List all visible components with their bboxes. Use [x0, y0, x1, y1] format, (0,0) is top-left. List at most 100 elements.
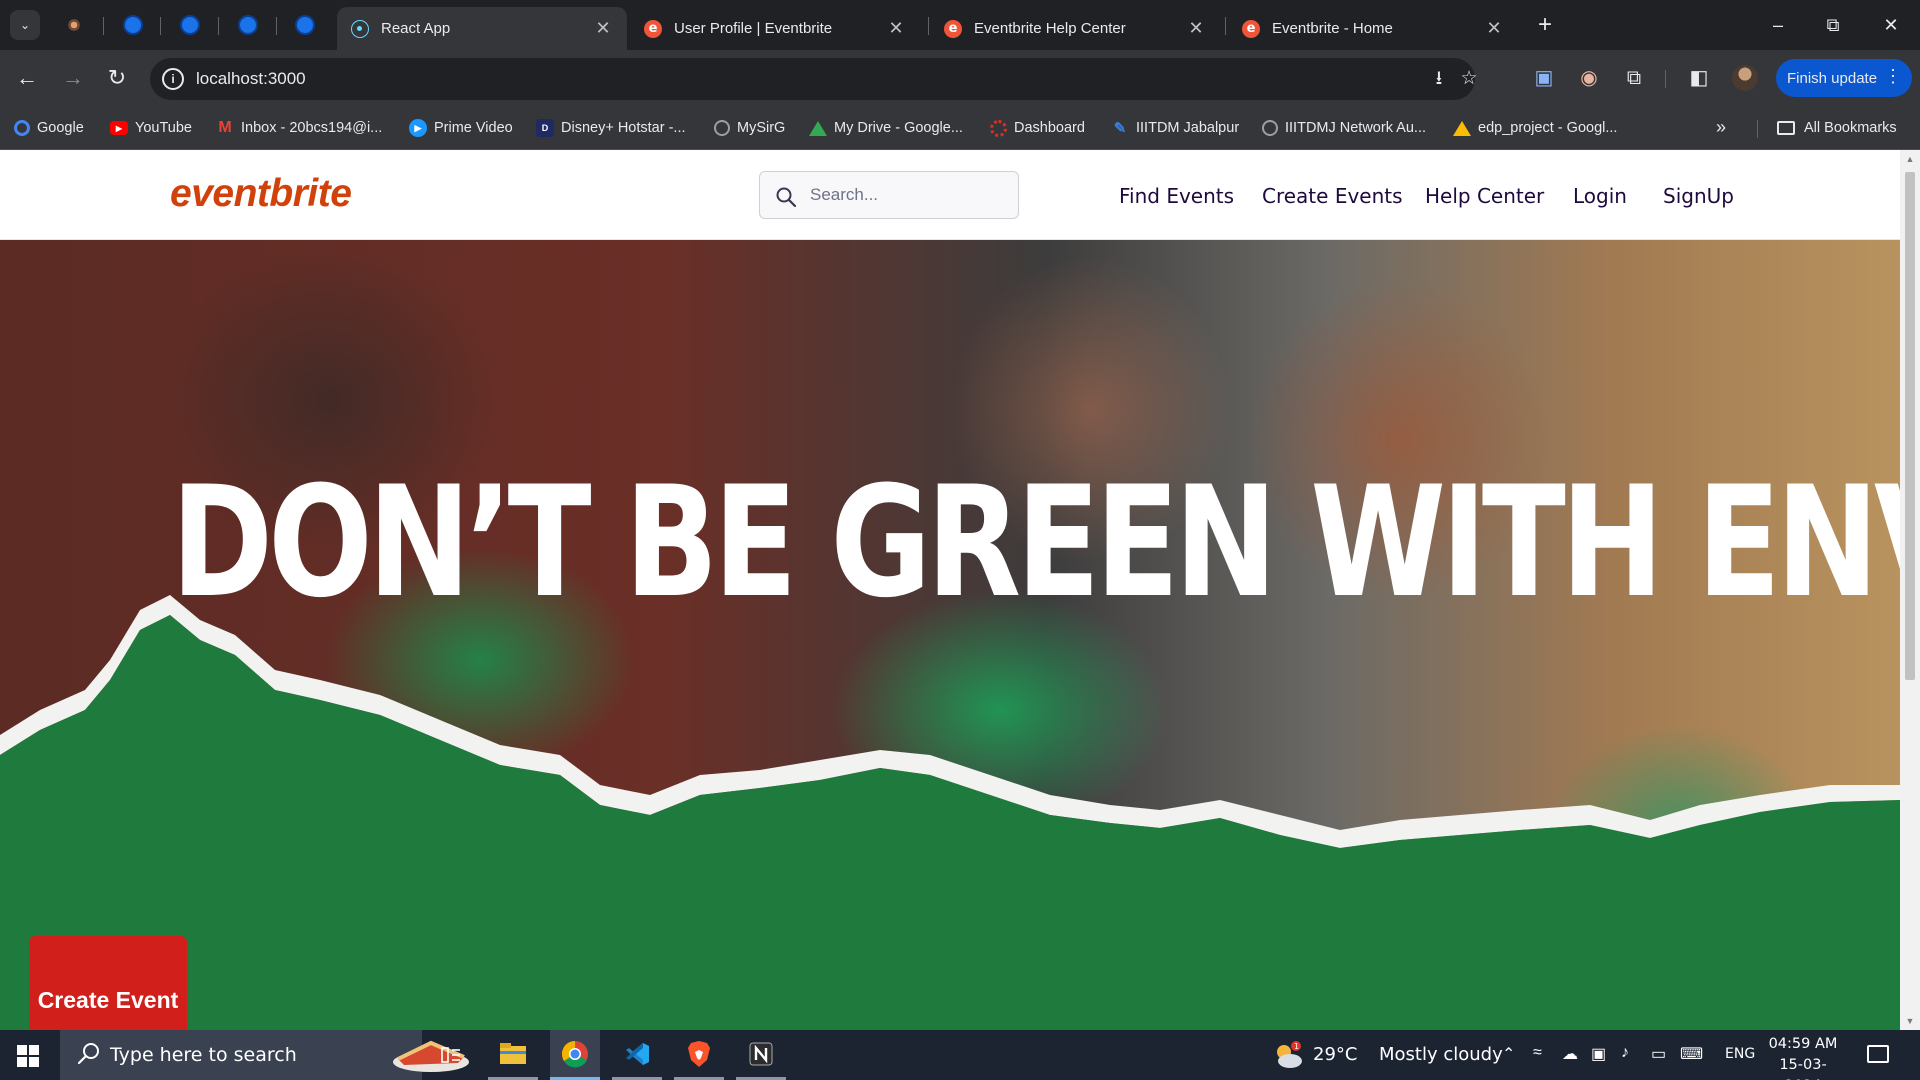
task-view-icon[interactable] [426, 1030, 476, 1080]
onedrive-icon[interactable]: ☁ [1562, 1044, 1578, 1064]
tab-title: React App [381, 20, 451, 37]
blue-circle-favicon-icon [180, 15, 200, 35]
language-indicator[interactable]: ENG [1725, 1046, 1755, 1062]
bookmark-star-icon[interactable]: ☆ [1457, 67, 1481, 91]
back-arrow-icon[interactable]: ← [13, 64, 41, 92]
volume-icon[interactable]: ♪ [1621, 1044, 1629, 1062]
window-close-icon[interactable]: ✕ [1868, 10, 1914, 40]
weather-temp[interactable]: 29°C [1313, 1044, 1357, 1065]
restore-icon[interactable]: ⧉ [1810, 10, 1856, 40]
tab-search-button[interactable]: ⌄ [10, 10, 40, 40]
screenshot-extension-icon[interactable]: ▣ [1530, 64, 1558, 92]
battery-icon[interactable]: ▭ [1651, 1044, 1666, 1064]
bookmark-mysirg[interactable]: MySirG [714, 115, 785, 141]
nav-help-center[interactable]: Help Center [1425, 184, 1544, 208]
chevron-up-icon[interactable]: ⌃ [1502, 1044, 1515, 1064]
tab-title: Eventbrite Help Center [974, 20, 1126, 37]
nav-find-events[interactable]: Find Events [1119, 184, 1234, 208]
camera-icon[interactable]: ▣ [1591, 1044, 1606, 1064]
puzzle-extensions-icon[interactable]: ⧉ [1620, 64, 1648, 92]
close-icon[interactable]: ✕ [1484, 18, 1504, 39]
windows-taskbar: Type here to search 1 29°C Mostly cloudy… [0, 1030, 1920, 1080]
scroll-up-icon[interactable]: ▲ [1905, 154, 1915, 164]
tab-help-center[interactable]: e Eventbrite Help Center ✕ [930, 7, 1220, 50]
wifi-icon[interactable]: ≈ [1533, 1044, 1542, 1062]
new-tab-plus-icon[interactable]: + [1530, 12, 1560, 40]
bookmarks-bar: Google ▶ YouTube M Inbox - 20bcs194@i...… [0, 107, 1920, 150]
react-icon [351, 19, 369, 38]
bookmark-hotstar[interactable]: D Disney+ Hotstar -... [536, 115, 686, 141]
side-panel-icon[interactable]: ◧ [1685, 64, 1713, 92]
tab-title: User Profile | Eventbrite [674, 20, 833, 37]
close-icon[interactable]: ✕ [886, 18, 906, 39]
reload-icon[interactable]: ↻ [103, 64, 131, 92]
notion-icon[interactable] [736, 1030, 786, 1080]
taskbar-search-box[interactable]: Type here to search [60, 1030, 469, 1080]
minimize-icon[interactable]: – [1755, 10, 1801, 40]
tab-react-app[interactable]: React App ✕ [337, 7, 627, 50]
tab-separator [160, 17, 161, 35]
bookmark-label: IIITDM Jabalpur [1136, 120, 1240, 136]
address-url[interactable]: localhost:3000 [196, 69, 306, 89]
close-icon[interactable]: ✕ [1186, 18, 1206, 39]
eventbrite-logo[interactable]: eventbrite [170, 172, 352, 216]
clock[interactable]: 04:59 AM 15-03-2024 [1763, 1034, 1843, 1080]
forward-arrow-icon[interactable]: → [59, 64, 87, 92]
bookmark-youtube[interactable]: ▶ YouTube [110, 115, 192, 141]
chevron-down-icon: ⌄ [19, 18, 31, 32]
install-app-icon[interactable]: ⭳ [1427, 67, 1451, 91]
bookmark-label: Inbox - 20bcs194@i... [241, 120, 383, 136]
pinned-tab[interactable] [292, 12, 318, 38]
finish-update-label: Finish update [1787, 69, 1878, 87]
bookmark-iiitdmj-network[interactable]: IIITDMJ Network Au... [1262, 115, 1426, 141]
vscode-icon[interactable] [612, 1030, 662, 1080]
pinned-tab[interactable] [120, 12, 146, 38]
brave-icon[interactable] [674, 1030, 724, 1080]
bookmark-prime-video[interactable]: ▶ Prime Video [409, 115, 513, 141]
pinned-tab[interactable] [177, 12, 203, 38]
create-event-button[interactable]: Create Event [29, 936, 187, 1030]
nav-login[interactable]: Login [1573, 184, 1627, 208]
scroll-down-icon[interactable]: ▼ [1905, 1016, 1915, 1026]
chevron-double-right-icon[interactable]: » [1716, 117, 1726, 138]
bookmark-dashboard[interactable]: Dashboard [990, 115, 1085, 141]
keyboard-icon[interactable]: ⌨ [1680, 1044, 1703, 1064]
finish-update-button[interactable]: Finish update ⋮ [1776, 59, 1912, 97]
bookmark-inbox[interactable]: M Inbox - 20bcs194@i... [216, 115, 382, 141]
close-icon[interactable]: ✕ [593, 18, 613, 39]
scroll-thumb[interactable] [1905, 172, 1915, 680]
bookmark-my-drive[interactable]: My Drive - Google... [809, 115, 963, 141]
tab-user-profile[interactable]: e User Profile | Eventbrite ✕ [630, 7, 920, 50]
bookmark-edp-project[interactable]: edp_project - Googl... [1453, 115, 1617, 141]
site-info-icon[interactable]: i [162, 68, 184, 90]
profile-avatar[interactable] [1732, 65, 1758, 91]
tab-eventbrite-home[interactable]: e Eventbrite - Home ✕ [1228, 7, 1518, 50]
bookmark-google[interactable]: Google [14, 115, 84, 141]
notification-center-icon[interactable] [1867, 1045, 1889, 1063]
all-bookmarks-button[interactable]: All Bookmarks [1777, 115, 1897, 141]
tab-separator [928, 17, 929, 35]
weather-text[interactable]: Mostly cloudy [1379, 1044, 1503, 1065]
chrome-icon[interactable] [550, 1030, 600, 1080]
drive-icon [809, 120, 827, 136]
page-scrollbar[interactable]: ▲ ▼ [1900, 150, 1920, 1030]
windows-start-icon[interactable] [17, 1045, 39, 1067]
toolbar-separator [1665, 70, 1666, 88]
search-input[interactable] [810, 182, 1005, 208]
nav-signup[interactable]: SignUp [1663, 184, 1734, 208]
bookmarks-separator [1757, 120, 1758, 138]
file-explorer-icon[interactable] [488, 1030, 538, 1080]
address-bar[interactable]: i localhost:3000 ⭳ ☆ [150, 58, 1478, 100]
pinned-tab[interactable] [235, 12, 261, 38]
site-search-box[interactable] [759, 171, 1019, 219]
more-vert-icon: ⋮ [1884, 66, 1902, 86]
all-bookmarks-label: All Bookmarks [1804, 120, 1897, 136]
pinned-tab[interactable] [61, 12, 87, 38]
bookmark-iiitdm-jabalpur[interactable]: ✎ IIITDM Jabalpur [1111, 115, 1239, 141]
extension-icon[interactable]: ◉ [1575, 64, 1603, 92]
bookmark-label: MySirG [737, 120, 786, 136]
browser-toolbar: ← → ↻ i localhost:3000 ⭳ ☆ ▣ ◉ ⧉ ◧ Finis… [0, 50, 1920, 107]
nav-create-events[interactable]: Create Events [1262, 184, 1403, 208]
bookmark-label: YouTube [135, 120, 192, 136]
hero-banner: DON’T BE GREEN WITH ENVY [0, 240, 1900, 1030]
